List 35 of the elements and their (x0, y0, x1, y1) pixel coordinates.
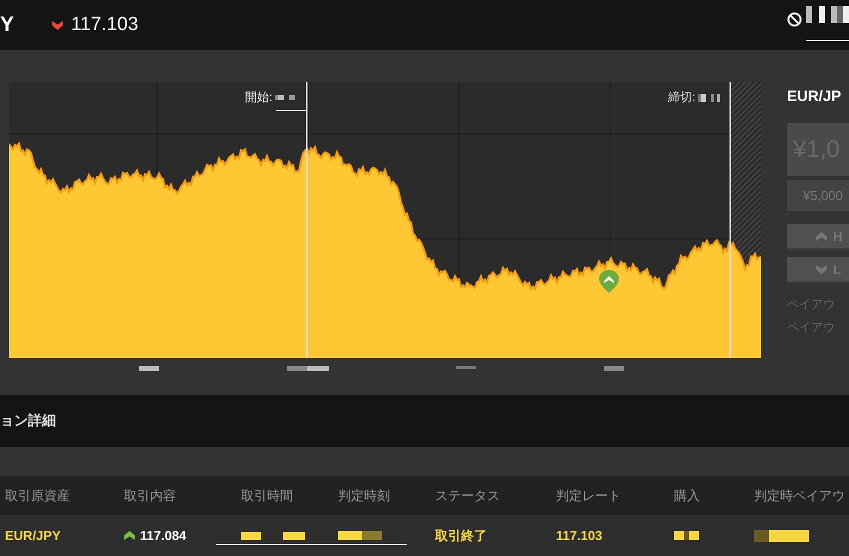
pixelated-mark (338, 531, 382, 540)
asset-title: EUR/JP (787, 88, 842, 105)
column-header: ステータス (435, 486, 501, 504)
pixelated-mark (604, 366, 624, 371)
column-header: 取引内容 (124, 486, 177, 504)
end-time-label: 締切: (668, 89, 696, 106)
down-chevron-icon (52, 20, 63, 30)
asset-symbol: Y (0, 13, 16, 37)
column-header: 判定レート (556, 486, 622, 504)
table-cell-text: 117.103 (556, 528, 604, 543)
column-header: 購入 (674, 486, 701, 504)
section-title: ョン詳細 (0, 412, 56, 430)
up-chevron-icon (816, 232, 827, 240)
down-chevron-icon (816, 264, 827, 274)
pixelated-mark (698, 94, 720, 102)
pixelated-mark (674, 531, 699, 540)
pixelated-mark (754, 530, 809, 542)
table-cell-text: 取引終了 (435, 526, 488, 544)
pixelated-mark (456, 366, 476, 369)
start-time-label: 開始: (245, 89, 272, 106)
prohibited-icon[interactable] (787, 12, 802, 27)
column-header: 判定時ペイアウ (754, 486, 846, 504)
table-cell-text: EUR/JPY (5, 528, 62, 543)
pixelated-mark (287, 366, 329, 371)
pixelated-mark (139, 366, 159, 371)
entry-marker-icon (599, 270, 619, 293)
column-header: 取引原資産 (5, 486, 71, 504)
up-chevron-icon (124, 531, 135, 540)
current-rate: 117.103 (71, 14, 138, 36)
pixelated-mark (275, 95, 296, 100)
pixelated-mark (806, 6, 849, 23)
column-header: 判定時刻 (338, 486, 391, 504)
entry-rate: 117.084 (140, 528, 186, 543)
column-header: 取引時間 (241, 486, 294, 504)
pixelated-mark (241, 532, 305, 540)
